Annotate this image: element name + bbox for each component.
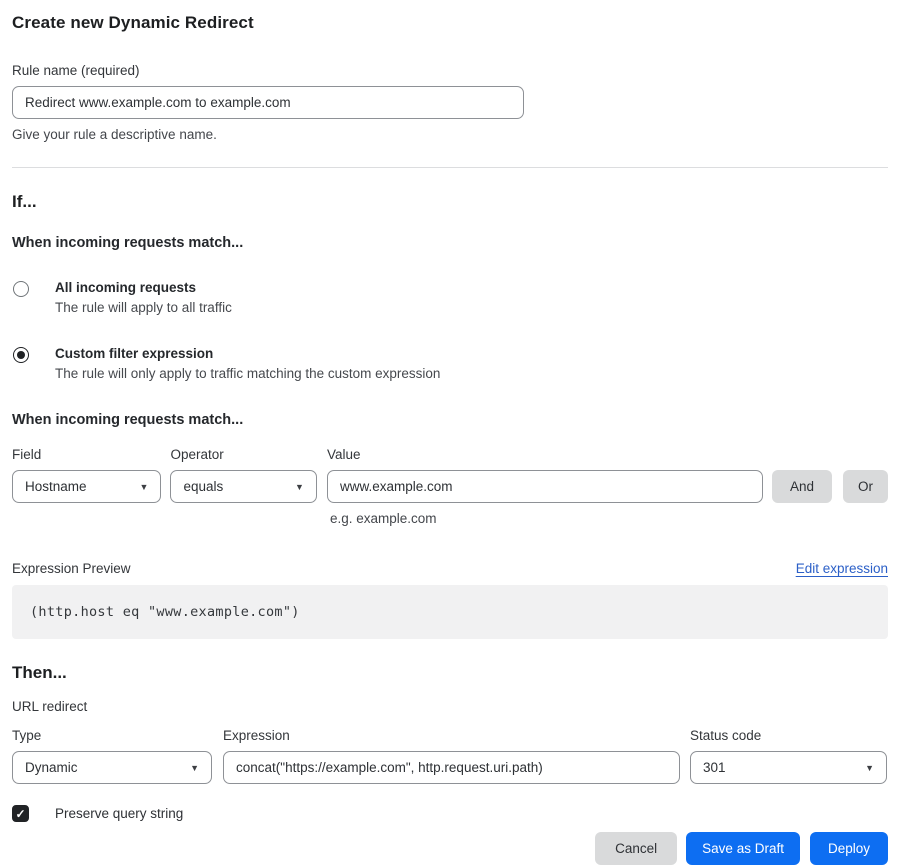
status-code-select[interactable]: 301 ▼ [690, 751, 887, 784]
chevron-down-icon: ▼ [182, 763, 199, 773]
value-helper: e.g. example.com [330, 511, 437, 526]
radio-option-text: Custom filter expression The rule will o… [55, 346, 440, 381]
cancel-button[interactable]: Cancel [595, 832, 677, 865]
value-helper-row: e.g. example.com [12, 510, 888, 528]
radio-option-all-incoming-requests[interactable]: All incoming requests The rule will appl… [12, 280, 888, 315]
status-code-column: Status code 301 ▼ [690, 728, 887, 784]
radio-option-label: All incoming requests [55, 280, 232, 295]
chevron-down-icon: ▼ [287, 482, 304, 492]
value-label: Value [327, 447, 763, 462]
radio-option-text: All incoming requests The rule will appl… [55, 280, 232, 315]
expression-preview-label: Expression Preview [12, 561, 131, 576]
url-redirect-label: URL redirect [12, 699, 888, 714]
then-heading: Then... [12, 663, 888, 683]
field-select[interactable]: Hostname ▼ [12, 470, 161, 503]
match-heading-filter: When incoming requests match... [12, 412, 888, 428]
if-heading: If... [12, 192, 888, 212]
expression-column: Expression [223, 728, 680, 784]
status-code-select-value: 301 [703, 760, 726, 775]
preserve-query-string-label: Preserve query string [55, 806, 183, 821]
expression-preview-header: Expression Preview Edit expression [12, 561, 888, 576]
filter-builder-row: Field Hostname ▼ Operator equals ▼ Value… [12, 447, 888, 503]
status-code-label: Status code [690, 728, 887, 743]
page-title: Create new Dynamic Redirect [12, 13, 888, 33]
type-column: Type Dynamic ▼ [12, 728, 212, 784]
chevron-down-icon: ▼ [857, 763, 874, 773]
redirect-expression-input[interactable] [223, 751, 680, 784]
type-label: Type [12, 728, 212, 743]
radio-option-description: The rule will apply to all traffic [55, 300, 232, 315]
expression-preview-code-block: (http.host eq "www.example.com") [12, 585, 888, 639]
redirect-settings-row: Type Dynamic ▼ Expression Status code 30… [12, 728, 888, 784]
save-as-draft-button[interactable]: Save as Draft [686, 832, 800, 865]
field-label: Field [12, 447, 161, 462]
and-button[interactable]: And [772, 470, 832, 503]
radio-option-description: The rule will only apply to traffic matc… [55, 366, 440, 381]
expression-code: (http.host eq "www.example.com") [30, 604, 300, 620]
operator-label: Operator [170, 447, 317, 462]
value-column: Value [327, 447, 763, 503]
chevron-down-icon: ▼ [132, 482, 149, 492]
type-select-value: Dynamic [25, 760, 78, 775]
form-footer: Cancel Save as Draft Deploy [12, 832, 888, 865]
preserve-query-string-option[interactable]: Preserve query string [12, 805, 888, 822]
operator-column: Operator equals ▼ [170, 447, 317, 503]
operator-select-value: equals [183, 479, 223, 494]
deploy-button[interactable]: Deploy [810, 832, 888, 865]
or-button[interactable]: Or [843, 470, 888, 503]
rule-name-input[interactable] [12, 86, 524, 119]
operator-select[interactable]: equals ▼ [170, 470, 317, 503]
expression-label: Expression [223, 728, 680, 743]
rule-name-label: Rule name (required) [12, 63, 888, 78]
radio-option-label: Custom filter expression [55, 346, 440, 361]
value-input[interactable] [327, 470, 763, 503]
radio-option-custom-filter-expression[interactable]: Custom filter expression The rule will o… [12, 346, 888, 381]
section-divider [12, 167, 888, 168]
edit-expression-link[interactable]: Edit expression [796, 561, 888, 576]
match-heading-radios: When incoming requests match... [12, 235, 888, 251]
field-column: Field Hostname ▼ [12, 447, 161, 503]
rule-name-helper: Give your rule a descriptive name. [12, 127, 888, 142]
field-select-value: Hostname [25, 479, 87, 494]
radio-icon[interactable] [13, 347, 29, 363]
create-redirect-form: Create new Dynamic Redirect Rule name (r… [0, 0, 907, 865]
radio-icon[interactable] [13, 281, 29, 297]
type-select[interactable]: Dynamic ▼ [12, 751, 212, 784]
checkbox-icon[interactable] [12, 805, 29, 822]
